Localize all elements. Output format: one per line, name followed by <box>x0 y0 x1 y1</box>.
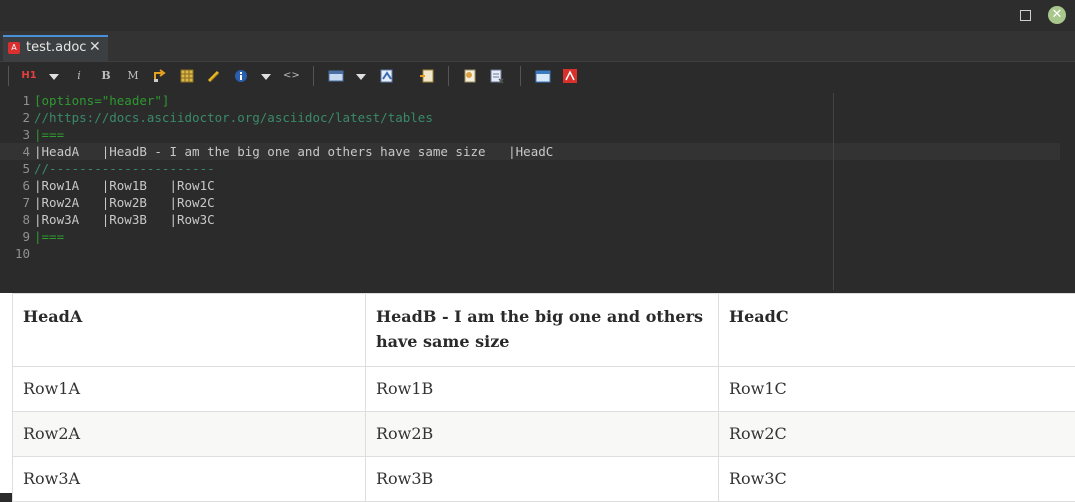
editor-line[interactable]: 1[options="header"] <box>0 92 1060 109</box>
table-cell: Row2C <box>719 412 1075 457</box>
asciidoc-file-icon: A <box>8 42 20 54</box>
table-cell: Row1A <box>13 367 366 412</box>
editor-line[interactable]: 3|=== <box>0 126 1060 143</box>
pdf-icon[interactable] <box>562 68 578 84</box>
table-cell: Row3C <box>719 457 1075 502</box>
line-text: [options="header"] <box>34 92 169 109</box>
include-icon[interactable] <box>419 68 435 84</box>
table-cell: Row3B <box>366 457 719 502</box>
table-row: Row2A Row2B Row2C <box>13 412 1075 457</box>
line-number: 9 <box>0 228 30 245</box>
editor-tab-bar: A test.adoc ✕ <box>0 31 1075 62</box>
browser-icon[interactable] <box>535 68 551 84</box>
line-text: //---------------------- <box>34 160 215 177</box>
attachment-icon[interactable] <box>206 68 222 84</box>
toolbar-separator <box>520 66 521 86</box>
h1-icon[interactable]: H1 <box>21 68 37 84</box>
preview-table: HeadA HeadB - I am the big one and other… <box>12 293 1075 502</box>
editor-line-current[interactable]: 4|HeadA |HeadB - I am the big one and ot… <box>0 143 1060 160</box>
table-cell: Row3A <box>13 457 366 502</box>
table-header-cell: HeadB - I am the big one and others have… <box>366 294 719 367</box>
line-number: 5 <box>0 160 30 177</box>
print-margin-line <box>833 93 834 290</box>
clear-icon[interactable] <box>489 68 505 84</box>
line-number: 6 <box>0 177 30 194</box>
editor-line[interactable]: 8|Row3A |Row3B |Row3C <box>0 211 1060 228</box>
line-number: 8 <box>0 211 30 228</box>
title-bar: ✕ <box>0 0 1075 31</box>
line-text: |HeadA |HeadB - I am the big one and oth… <box>34 143 553 160</box>
table-cell: Row2A <box>13 412 366 457</box>
tab-label: test.adoc <box>26 40 86 55</box>
line-number: 7 <box>0 194 30 211</box>
editor-line[interactable]: 5//---------------------- <box>0 160 1060 177</box>
editor-toolbar: H1 i B M <> <box>0 62 1075 90</box>
line-number: 2 <box>0 109 30 126</box>
line-text: |=== <box>34 228 64 245</box>
line-number: 4 <box>0 143 30 160</box>
line-number: 3 <box>0 126 30 143</box>
italic-icon[interactable]: i <box>71 68 87 84</box>
tab-test-adoc[interactable]: A test.adoc ✕ <box>3 35 108 61</box>
preview-icon[interactable] <box>462 68 478 84</box>
info-icon[interactable] <box>233 68 249 84</box>
line-number: 1 <box>0 92 30 109</box>
table-header-row: HeadA HeadB - I am the big one and other… <box>13 294 1075 367</box>
editor-line[interactable]: 9|=== <box>0 228 1060 245</box>
close-tab-icon[interactable]: ✕ <box>89 39 101 55</box>
line-text: |Row2A |Row2B |Row2C <box>34 194 215 211</box>
image-icon[interactable] <box>379 68 395 84</box>
line-text: |Row3A |Row3B |Row3C <box>34 211 215 228</box>
block-icon[interactable] <box>328 68 344 84</box>
html-preview: HeadA HeadB - I am the big one and other… <box>0 293 1075 493</box>
source-editor[interactable]: 1[options="header"] 2//https://docs.asci… <box>0 90 1075 293</box>
line-text: //https://docs.asciidoctor.org/asciidoc/… <box>34 109 433 126</box>
line-text: |=== <box>34 126 64 143</box>
table-cell: Row1C <box>719 367 1075 412</box>
line-number: 10 <box>0 245 30 262</box>
maximize-window-button[interactable] <box>1020 10 1031 21</box>
code-icon[interactable]: <> <box>283 68 299 84</box>
table-cell: Row1B <box>366 367 719 412</box>
table-icon[interactable] <box>179 68 195 84</box>
bold-icon[interactable]: B <box>98 68 114 84</box>
link-icon[interactable] <box>152 68 168 84</box>
close-window-button[interactable]: ✕ <box>1048 6 1066 24</box>
editor-line[interactable]: 7|Row2A |Row2B |Row2C <box>0 194 1060 211</box>
editor-line[interactable]: 2//https://docs.asciidoctor.org/asciidoc… <box>0 109 1060 126</box>
table-cell: Row2B <box>366 412 719 457</box>
toolbar-separator <box>8 66 9 86</box>
table-header-cell: HeadA <box>13 294 366 367</box>
toolbar-separator <box>313 66 314 86</box>
line-text: |Row1A |Row1B |Row1C <box>34 177 215 194</box>
toolbar-separator <box>448 66 449 86</box>
table-row: Row3A Row3B Row3C <box>13 457 1075 502</box>
heading-dropdown-icon[interactable] <box>49 74 59 80</box>
editor-line[interactable]: 10 <box>0 245 1060 262</box>
block-dropdown-icon[interactable] <box>356 74 366 80</box>
admonition-dropdown-icon[interactable] <box>261 74 271 80</box>
monospace-icon[interactable]: M <box>125 68 141 84</box>
table-row: Row1A Row1B Row1C <box>13 367 1075 412</box>
editor-line[interactable]: 6|Row1A |Row1B |Row1C <box>0 177 1060 194</box>
table-header-cell: HeadC <box>719 294 1075 367</box>
